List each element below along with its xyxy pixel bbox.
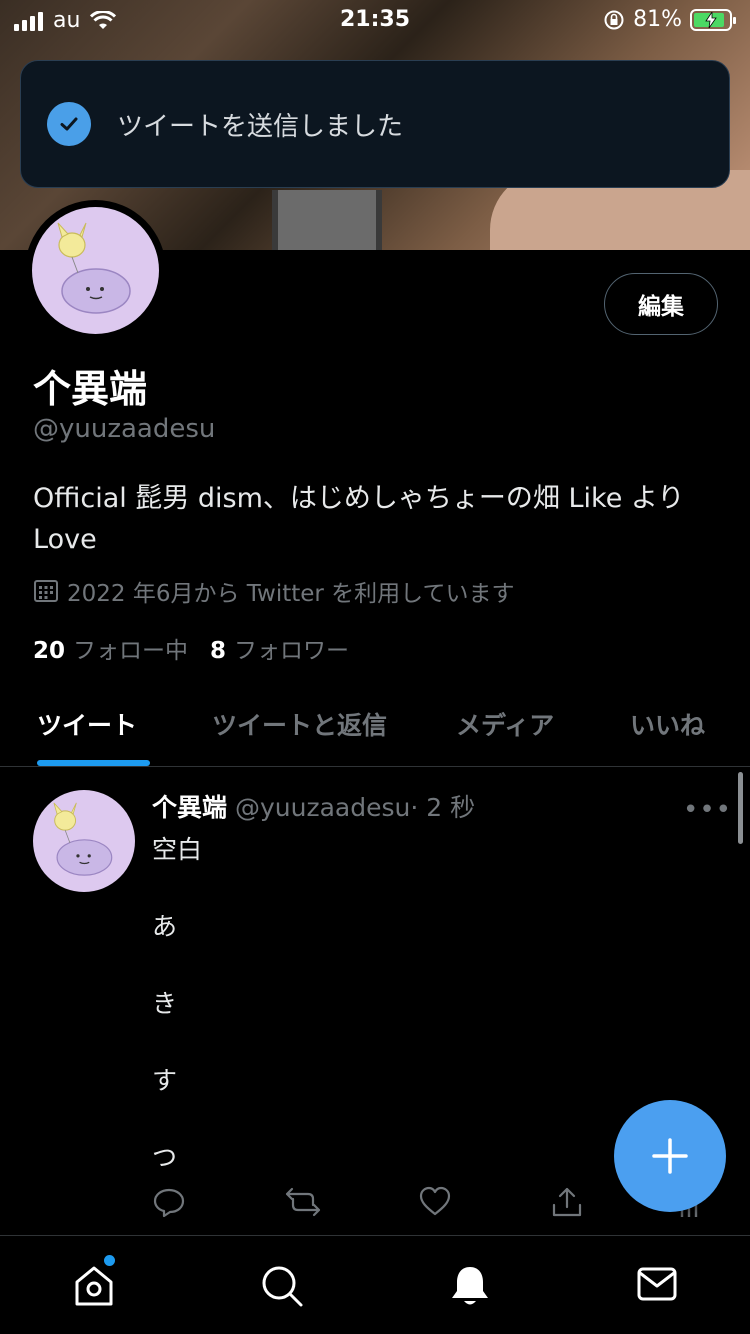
followers-count: 8	[210, 638, 227, 664]
tweet-text-line: 空白	[152, 835, 203, 864]
tweet-text-line: き	[152, 989, 178, 1018]
battery-icon	[690, 8, 736, 31]
tweet-header: 个異端 @yuuzaadesu· 2 秒	[152, 788, 475, 824]
compose-tweet-button[interactable]	[614, 1100, 726, 1212]
following-count: 20	[33, 638, 66, 664]
tweet-text-line: あ	[152, 912, 178, 941]
followers-link[interactable]: 8 フォロワー	[210, 631, 349, 665]
following-label: フォロー中	[73, 638, 189, 664]
scrollbar[interactable]	[738, 772, 743, 844]
plus-icon	[652, 1138, 688, 1174]
orientation-lock-icon	[604, 10, 624, 29]
active-tab-indicator	[37, 760, 150, 766]
tab-tweets-replies[interactable]: ツイートと返信	[212, 706, 387, 742]
retweet-icon[interactable]	[284, 1185, 322, 1219]
check-circle-icon	[47, 102, 91, 146]
profile-bio: Official 髭男 dism、はじめしゃちょーの畑 Like より Love	[33, 483, 685, 555]
battery-percent: 81%	[633, 7, 682, 32]
followers-label: フォロワー	[234, 638, 350, 664]
profile-handle: @yuuzaadesu	[33, 414, 216, 444]
avatar-illustration	[57, 222, 131, 314]
tweet-sent-toast[interactable]: ツイートを送信しました	[20, 60, 730, 188]
tweet-author-handle[interactable]: @yuuzaadesu	[235, 793, 410, 822]
edit-profile-button[interactable]: 編集	[604, 273, 718, 335]
search-icon[interactable]	[260, 1264, 304, 1308]
follow-stats: 20 フォロー中 8 フォロワー	[33, 631, 349, 665]
calendar-icon	[34, 580, 58, 602]
following-link[interactable]: 20 フォロー中	[33, 631, 188, 665]
tweet-text-line: す	[152, 1066, 178, 1095]
tweet-text-line: つ	[152, 1143, 178, 1172]
like-icon[interactable]	[418, 1185, 452, 1219]
new-content-dot	[104, 1255, 115, 1266]
tab-media[interactable]: メディア	[456, 706, 554, 742]
profile-tabs: ツイート ツイートと返信 メディア いいね	[0, 680, 750, 767]
tab-tweets[interactable]: ツイート	[37, 706, 137, 742]
tweet-avatar[interactable]	[33, 790, 135, 892]
joined-text: 2022 年6月から Twitter を利用しています	[67, 581, 515, 607]
profile-name: 个異端	[33, 367, 148, 411]
tweet-author-name[interactable]: 个異端	[152, 793, 227, 822]
banner-detail	[272, 190, 382, 250]
messages-icon[interactable]	[636, 1264, 678, 1304]
share-icon[interactable]	[550, 1185, 584, 1219]
more-options-icon[interactable]: •••	[683, 795, 732, 825]
notifications-icon[interactable]	[449, 1264, 491, 1308]
bottom-navigation	[0, 1235, 750, 1334]
toast-message: ツイートを送信しました	[117, 111, 404, 142]
joined-date: 2022 年6月から Twitter を利用しています	[33, 574, 515, 608]
tab-likes[interactable]: いいね	[630, 706, 705, 742]
status-bar: au 21:35 81%	[0, 0, 750, 40]
profile-avatar[interactable]	[25, 200, 166, 341]
tweet-timestamp[interactable]: · 2 秒	[410, 793, 475, 822]
reply-icon[interactable]	[152, 1185, 186, 1219]
avatar-illustration	[53, 802, 113, 876]
home-icon[interactable]	[73, 1264, 115, 1308]
